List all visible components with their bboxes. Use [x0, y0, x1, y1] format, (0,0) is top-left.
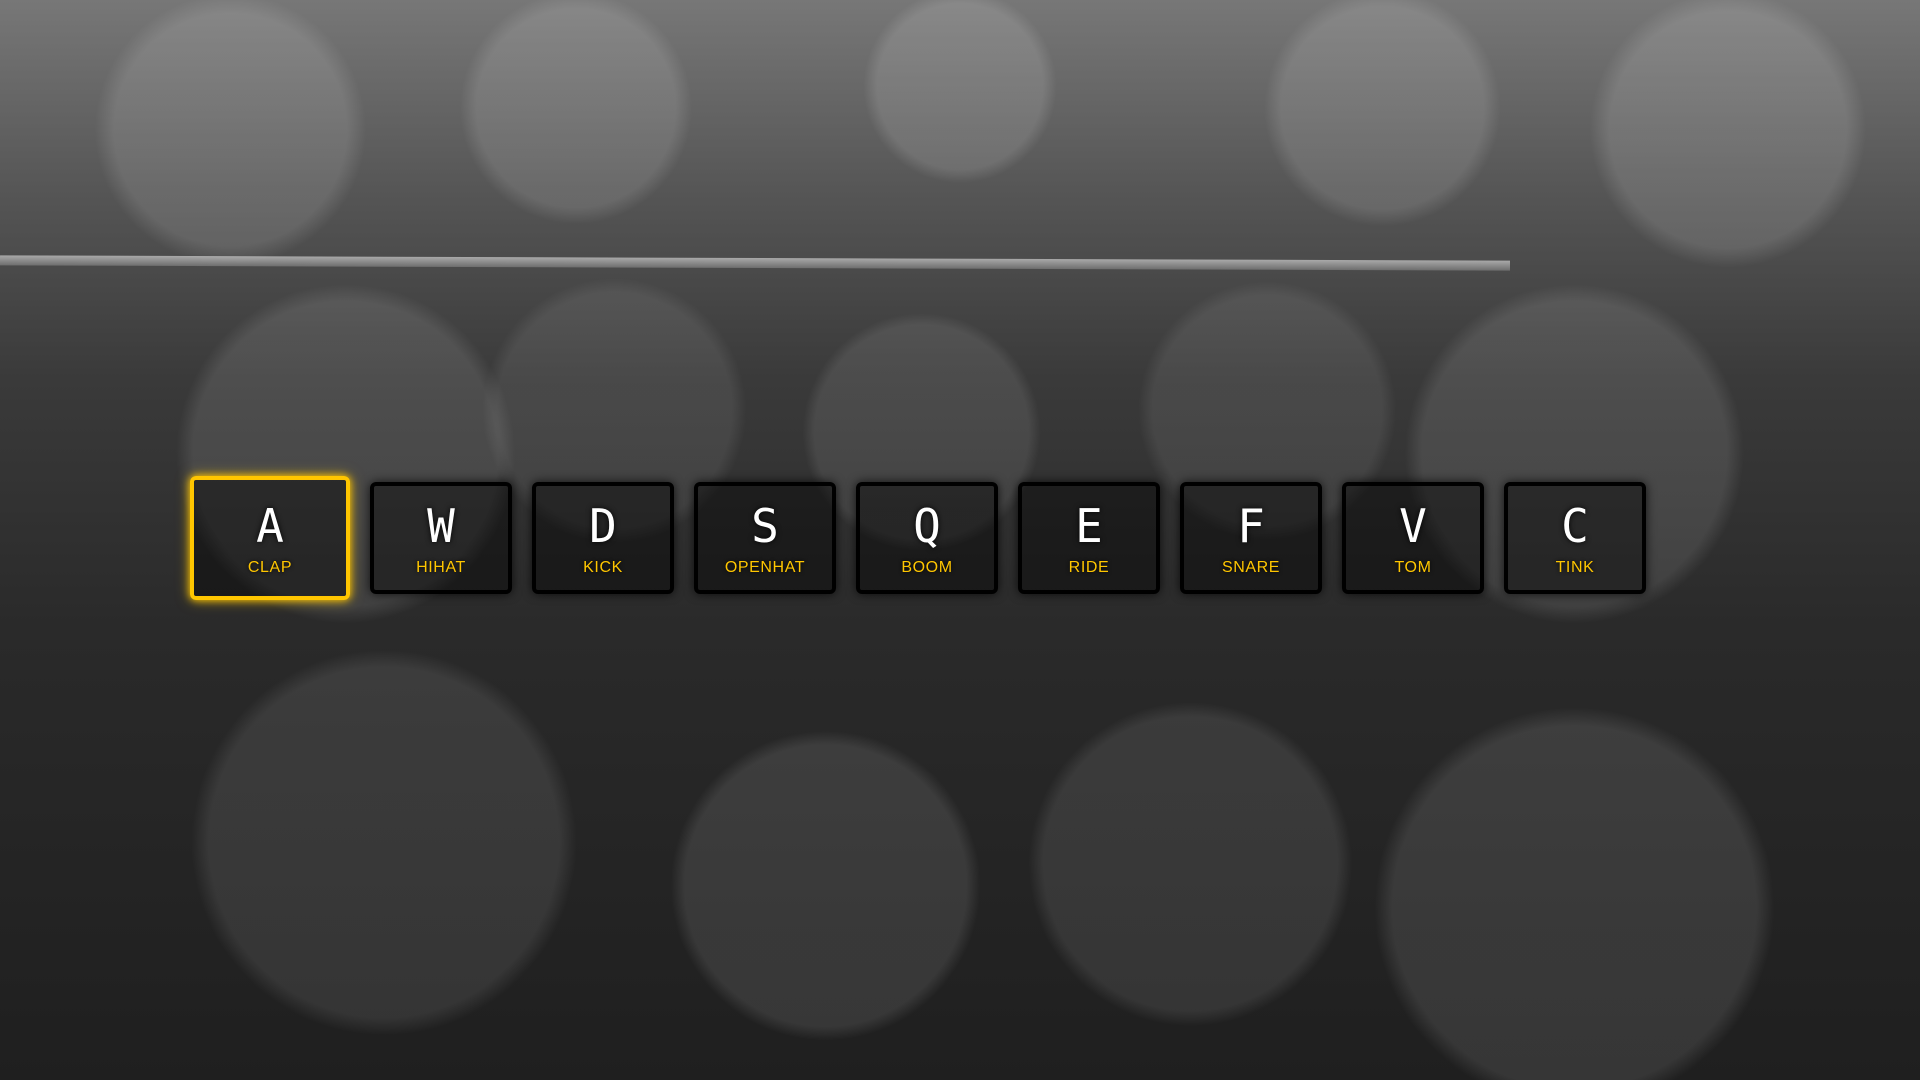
sound-label: TINK [1555, 559, 1595, 576]
sound-label: OPENHAT [724, 559, 806, 576]
stadium-rail [0, 255, 1511, 271]
sound-label: CLAP [247, 559, 293, 576]
drum-key-e[interactable]: E RIDE [1018, 482, 1160, 594]
sound-label: TOM [1394, 559, 1432, 576]
key-letter: A [256, 499, 284, 553]
drum-key-q[interactable]: Q BOOM [856, 482, 998, 594]
key-letter: D [589, 499, 617, 553]
drum-key-f[interactable]: F SNARE [1180, 482, 1322, 594]
drum-key-d[interactable]: D KICK [532, 482, 674, 594]
drum-key-c[interactable]: C TINK [1504, 482, 1646, 594]
drum-key-v[interactable]: V TOM [1342, 482, 1484, 594]
key-letter: W [427, 499, 455, 553]
sound-label: KICK [583, 559, 623, 576]
sound-label: RIDE [1068, 559, 1110, 576]
drum-key-a[interactable]: A CLAP [190, 476, 350, 600]
drum-key-s[interactable]: S OPENHAT [694, 482, 836, 594]
sound-label: HIHAT [416, 559, 466, 576]
key-letter: V [1399, 499, 1427, 553]
key-letter: F [1237, 499, 1265, 553]
sound-label: SNARE [1221, 559, 1281, 576]
key-letter: S [751, 499, 779, 553]
key-letter: E [1075, 499, 1103, 553]
key-letter: Q [913, 499, 941, 553]
drum-key-w[interactable]: W HIHAT [370, 482, 512, 594]
key-letter: C [1561, 499, 1589, 553]
drum-keys: A CLAP W HIHAT D KICK S OPENHAT Q BOOM E… [190, 476, 1730, 600]
sound-label: BOOM [901, 559, 953, 576]
